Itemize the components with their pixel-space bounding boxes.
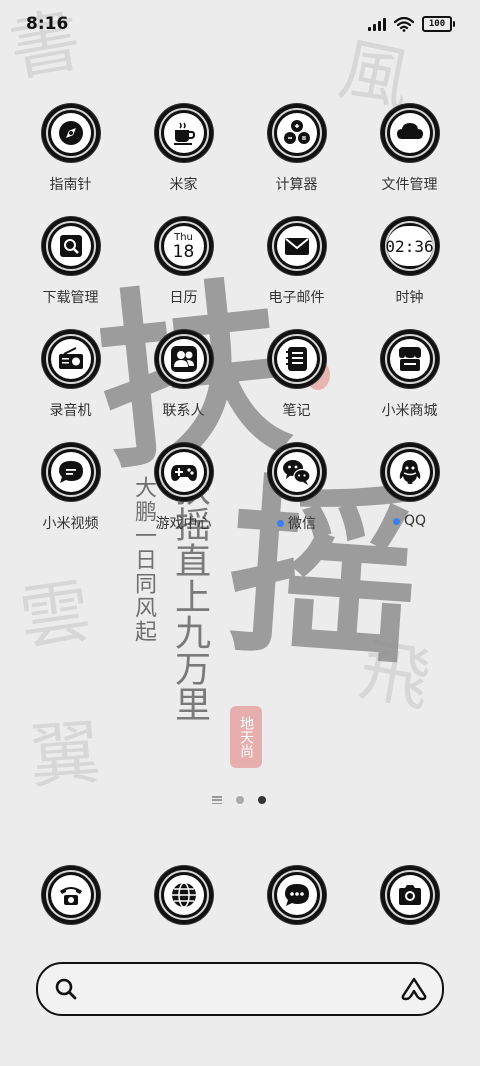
cup-icon — [154, 104, 213, 162]
clock-time: 02:36 — [385, 236, 434, 256]
page-menu-icon — [212, 796, 222, 804]
red-seal: 地天尚 — [230, 706, 262, 768]
phone-icon — [41, 866, 100, 924]
app-label: 小米商城 — [381, 403, 438, 419]
app-file-manager[interactable]: 文件管理 — [353, 104, 466, 214]
radio-icon — [41, 330, 100, 388]
app-label: 游戏中心 — [155, 516, 212, 532]
app-label: 米家 — [169, 177, 198, 193]
status-icons: 100 — [368, 16, 455, 32]
page-dot-1[interactable] — [236, 796, 244, 804]
notes-icon — [267, 330, 326, 388]
app-mijia[interactable]: 米家 — [127, 104, 240, 214]
wifi-icon — [394, 16, 414, 32]
contacts-icon — [154, 330, 213, 388]
calendar-date: 18 — [172, 241, 195, 262]
wechat-icon — [267, 443, 326, 501]
mail-icon — [267, 217, 326, 275]
voice-assistant-icon[interactable] — [400, 976, 428, 1002]
calendar-icon: Thu 18 — [154, 217, 213, 275]
wallpaper-decoration: 雲 — [14, 569, 96, 661]
app-label: QQ — [403, 513, 427, 529]
app-qq[interactable]: QQ — [353, 443, 466, 553]
app-mi-video[interactable]: 小米视频 — [14, 443, 127, 553]
search-bar[interactable] — [36, 962, 444, 1016]
status-bar: 8:16 100 — [0, 0, 480, 50]
video-chat-icon — [41, 443, 100, 501]
app-calendar[interactable]: Thu 18 日历 — [127, 217, 240, 327]
app-label: 下载管理 — [42, 290, 99, 306]
app-download-manager[interactable]: 下载管理 — [14, 217, 127, 327]
store-icon — [380, 330, 439, 388]
app-mi-store[interactable]: 小米商城 — [353, 330, 466, 440]
app-calculator[interactable]: 计算器 — [240, 104, 353, 214]
calculator-icon — [267, 104, 326, 162]
calendar-day: Thu — [174, 231, 193, 243]
dock — [14, 866, 466, 930]
app-contacts[interactable]: 联系人 — [127, 330, 240, 440]
app-label: 微信 — [288, 516, 316, 532]
app-label: 电子邮件 — [268, 290, 325, 306]
app-label: 计算器 — [275, 177, 318, 193]
app-compass[interactable]: 指南针 — [14, 104, 127, 214]
app-game-center[interactable]: 游戏中心 — [127, 443, 240, 553]
app-label: 联系人 — [162, 403, 205, 419]
download-search-icon — [41, 217, 100, 275]
status-time: 8:16 — [26, 14, 69, 34]
wallpaper-decoration: 翼 — [27, 711, 103, 799]
app-label: 文件管理 — [381, 177, 438, 193]
battery-level: 100 — [428, 19, 446, 29]
dock-phone[interactable] — [14, 866, 127, 930]
signal-icon — [368, 17, 386, 31]
cloud-folder-icon — [380, 104, 439, 162]
app-label: 小米视频 — [42, 516, 99, 532]
dock-camera[interactable] — [353, 866, 466, 930]
dock-browser[interactable] — [127, 866, 240, 930]
qq-icon — [380, 443, 439, 501]
gamepad-icon — [154, 443, 213, 501]
search-icon[interactable] — [54, 977, 78, 1001]
camera-icon — [380, 866, 439, 924]
app-recorder[interactable]: 录音机 — [14, 330, 127, 440]
dock-messages[interactable] — [240, 866, 353, 930]
battery-icon: 100 — [422, 16, 455, 32]
new-badge-dot — [277, 519, 284, 527]
app-label: 时钟 — [395, 290, 424, 306]
app-label: 录音机 — [49, 403, 92, 419]
app-email[interactable]: 电子邮件 — [240, 217, 353, 327]
app-label: 笔记 — [282, 403, 311, 419]
app-notes[interactable]: 笔记 — [240, 330, 353, 440]
app-wechat[interactable]: 微信 — [240, 443, 353, 553]
compass-icon — [41, 104, 100, 162]
message-icon — [267, 866, 326, 924]
app-label: 指南针 — [49, 177, 92, 193]
new-badge-dot — [392, 517, 400, 525]
app-clock[interactable]: 02:36 时钟 — [353, 217, 466, 327]
page-dot-2[interactable] — [258, 796, 266, 804]
clock-icon: 02:36 — [380, 217, 439, 275]
app-label: 日历 — [169, 290, 198, 306]
globe-icon — [154, 866, 213, 924]
page-indicator[interactable] — [212, 796, 266, 804]
